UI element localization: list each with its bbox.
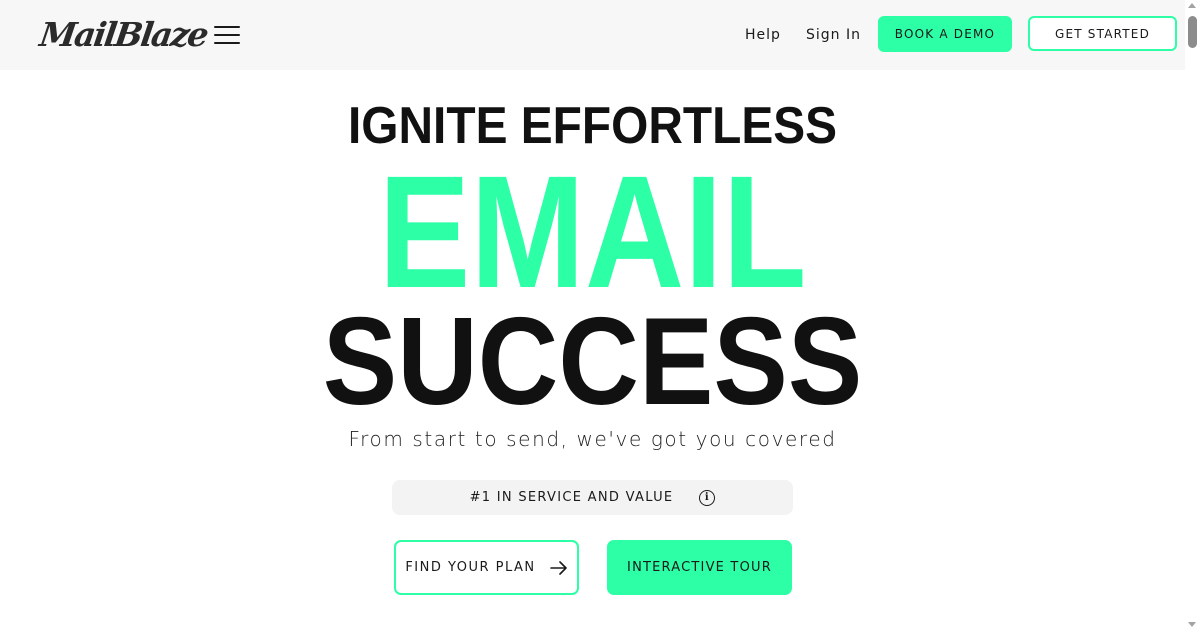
hero-subtitle: From start to send, we've got you covere… [348, 427, 837, 451]
logo-text: MailBlaze [37, 15, 210, 54]
hero-heading-success: SUCCESS [322, 293, 863, 431]
sign-in-link[interactable]: Sign In [806, 26, 861, 44]
service-badge: #1 IN SERVICE AND VALUE i [392, 480, 793, 515]
hero-heading-email: EMAIL [378, 142, 807, 321]
page-scrollbar[interactable] [1185, 0, 1200, 630]
mailblaze-logo[interactable]: MailBlaze [37, 14, 209, 56]
scroll-thumb[interactable] [1188, 16, 1197, 48]
find-plan-label: FIND YOUR PLAN [405, 560, 536, 575]
site-header: MailBlaze Help Sign In BOOK A DEMO GET S… [0, 0, 1185, 70]
book-demo-button[interactable]: BOOK A DEMO [878, 16, 1012, 52]
find-your-plan-button[interactable]: FIND YOUR PLAN [394, 540, 579, 595]
arrow-right-icon [549, 560, 567, 575]
get-started-button[interactable]: GET STARTED [1028, 16, 1177, 51]
scroll-up-arrow-icon[interactable] [1188, 3, 1196, 8]
info-icon[interactable]: i [699, 489, 716, 506]
scroll-down-arrow-icon[interactable] [1188, 622, 1196, 627]
menu-icon[interactable] [214, 26, 240, 46]
help-link[interactable]: Help [745, 26, 781, 44]
badge-text: #1 IN SERVICE AND VALUE [469, 490, 674, 505]
interactive-tour-button[interactable]: INTERACTIVE TOUR [607, 540, 792, 595]
